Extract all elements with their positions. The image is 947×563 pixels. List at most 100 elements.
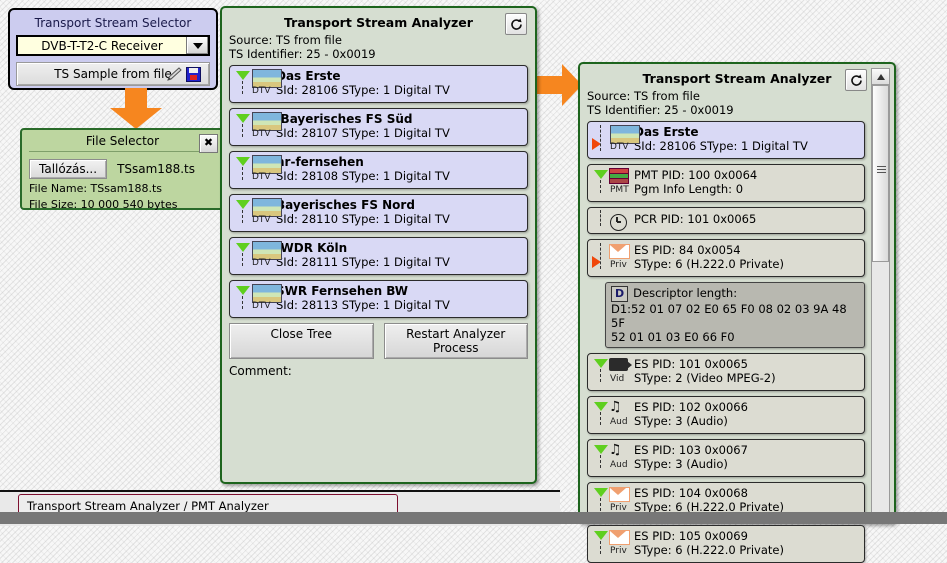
pmt-tree-node[interactable]: PCR PID: 101 0x0065	[587, 207, 865, 234]
service-info: SId: 28110 SType: 1 Digital TV	[276, 212, 450, 226]
service-info: SId: 28113 SType: 1 Digital TV	[276, 298, 450, 312]
expand-triangle-icon[interactable]	[236, 286, 250, 295]
scrollbar-thumb[interactable]	[872, 85, 889, 262]
node-kind-label: DTV	[252, 129, 271, 139]
expand-triangle-icon[interactable]	[236, 200, 250, 209]
comment-label: Comment:	[229, 364, 292, 378]
pmt-analyzer-panel: Transport Stream Analyzer Source: TS fro…	[578, 62, 896, 563]
expand-triangle-icon[interactable]	[594, 170, 608, 179]
ts-sample-from-file-button[interactable]: TS Sample from file	[16, 62, 210, 86]
node-kind-label: DTV	[252, 258, 271, 268]
service-node[interactable]: DTV .WDR Köln SId: 28111 SType: 1 Digital …	[229, 237, 528, 275]
node-kind-label: DTV	[610, 142, 629, 152]
music-note-icon: ♫	[609, 399, 622, 415]
transport-stream-selector-panel: Transport Stream Selector DVB-T-T2-C Rec…	[8, 8, 218, 90]
close-tree-button[interactable]: Close Tree	[229, 323, 374, 359]
service-tree: DTV Das Erste SId: 28106 SType: 1 Digital …	[229, 65, 528, 318]
status-bar-text: Transport Stream Analyzer / PMT Analyzer	[27, 499, 269, 513]
service-node[interactable]: DTV Das Erste SId: 28106 SType: 1 Digital …	[229, 65, 528, 103]
service-info: SId: 28106 SType: 1 Digital TV	[276, 83, 450, 97]
service-name: SWR Fernsehen BW	[276, 284, 409, 298]
expand-triangle-icon[interactable]	[594, 531, 608, 540]
close-icon[interactable]: ✖	[199, 134, 218, 153]
service-node[interactable]: DTV Das Erste SId: 28106 SType: 1 Digital …	[587, 121, 865, 159]
pmt-tree-node[interactable]: Priv ES PID: 84 0x0054 SType: 6 (H.222.0 P…	[587, 239, 865, 277]
expand-triangle-icon[interactable]	[236, 71, 250, 80]
books-icon	[609, 168, 629, 184]
descriptor-hex-line-2: 52 01 01 03 E0 66 F0	[611, 330, 735, 344]
node-kind-label: Aud	[610, 417, 628, 427]
selector-title: Transport Stream Selector	[34, 16, 192, 30]
expand-triangle-icon[interactable]	[594, 445, 608, 454]
node-line-1: ES PID: 104 0x0068	[634, 486, 748, 500]
right-ts-identifier-line: TS Identifier: 25 - 0x0019	[587, 103, 734, 117]
pmt-tree-node[interactable]: ♫ Aud ES PID: 102 0x0066 SType: 3 (Audio)	[587, 396, 865, 434]
descriptor-hex-line-1: D1:52 01 07 02 E0 65 F0 08 02 03 9A 48 5…	[611, 302, 847, 330]
service-node[interactable]: DTV SWR Fernsehen BW SId: 28113 SType: 1 D…	[229, 280, 528, 318]
node-line-1: ES PID: 105 0x0069	[634, 529, 748, 543]
descriptor-badge: D	[611, 286, 629, 302]
refresh-icon[interactable]	[845, 69, 867, 91]
pmt-tree-node[interactable]: ♫ Aud ES PID: 103 0x0067 SType: 3 (Audio)	[587, 439, 865, 477]
video-camera-icon	[609, 358, 632, 371]
node-kind-label: PMT	[610, 185, 629, 195]
browse-button[interactable]: Tallózás...	[29, 159, 108, 179]
floppy-disk-icon	[186, 67, 201, 82]
node-line-1: PMT PID: 100 0x0064	[634, 168, 758, 182]
middle-ts-identifier-line: TS Identifier: 25 - 0x0019	[229, 47, 376, 61]
service-info: SId: 28106 SType: 1 Digital TV	[634, 139, 808, 153]
music-note-icon: ♫	[609, 442, 622, 458]
bottom-strip	[0, 512, 947, 524]
selected-file-name: TSsam188.ts	[117, 162, 195, 176]
expand-triangle-icon[interactable]	[594, 488, 608, 497]
receiver-dropdown[interactable]: DVB-T-T2-C Receiver	[16, 35, 210, 56]
node-kind-label: DTV	[252, 301, 271, 311]
node-line-1: ES PID: 84 0x0054	[634, 243, 741, 257]
expand-triangle-icon[interactable]	[236, 243, 250, 252]
envelope-icon	[609, 487, 630, 502]
node-kind-label: DTV	[252, 86, 271, 96]
clock-icon	[610, 214, 627, 231]
service-node[interactable]: DTV .Bayerisches FS Süd SId: 28107 SType: …	[229, 108, 528, 146]
node-kind-label: DTV	[252, 172, 271, 182]
node-line-2: SType: 3 (Audio)	[634, 457, 728, 471]
node-line-2: SType: 2 (Video MPEG-2)	[634, 371, 776, 385]
middle-panel-title: Transport Stream Analyzer	[284, 15, 473, 30]
service-name: .Bayerisches FS Süd	[276, 112, 413, 126]
node-line-2: SType: 6 (H.222.0 Private)	[634, 257, 784, 271]
right-source-line: Source: TS from file	[587, 89, 700, 103]
service-node[interactable]: DTV hr-fernsehen SId: 28108 SType: 1 Digit…	[229, 151, 528, 189]
expand-triangle-icon[interactable]	[594, 359, 608, 368]
expand-triangle-icon[interactable]	[236, 157, 250, 166]
pmt-tree: DTV Das Erste SId: 28106 SType: 1 Digital …	[587, 121, 865, 563]
file-selector-title: File Selector	[29, 134, 216, 152]
orange-arrow-down-icon	[110, 88, 162, 129]
pmt-tree-node[interactable]: Vid ES PID: 101 0x0065 SType: 2 (Video MPE…	[587, 353, 865, 391]
node-kind-label: Priv	[610, 260, 627, 270]
node-kind-label: Vid	[610, 374, 625, 384]
node-kind-label: Priv	[610, 546, 627, 556]
envelope-icon	[609, 244, 630, 259]
expand-triangle-icon[interactable]	[594, 402, 608, 411]
middle-source-line: Source: TS from file	[229, 33, 342, 47]
right-panel-title: Transport Stream Analyzer	[642, 71, 832, 86]
service-name: .WDR Köln	[276, 241, 348, 255]
node-line-1: ES PID: 102 0x0066	[634, 400, 748, 414]
service-node[interactable]: DTV Bayerisches FS Nord SId: 28110 SType: …	[229, 194, 528, 232]
chevron-down-icon[interactable]	[186, 37, 208, 54]
scroll-up-arrow-icon[interactable]	[872, 69, 889, 85]
pmt-tree-node[interactable]: Priv ES PID: 105 0x0069 SType: 6 (H.222.0 …	[587, 525, 865, 563]
node-line-2: SType: 3 (Audio)	[634, 414, 728, 428]
restart-analyzer-button[interactable]: Restart Analyzer Process	[383, 323, 528, 359]
pmt-tree-node[interactable]: PMT PMT PID: 100 0x0064 Pgm Info Length: 0	[587, 164, 865, 202]
service-info: SId: 28108 SType: 1 Digital TV	[276, 169, 450, 183]
refresh-icon[interactable]	[505, 13, 527, 35]
vertical-scrollbar[interactable]	[871, 68, 890, 518]
service-info: SId: 28107 SType: 1 Digital TV	[276, 126, 450, 140]
service-name: Bayerisches FS Nord	[276, 198, 415, 212]
node-line-2: Pgm Info Length: 0	[634, 182, 744, 196]
expand-triangle-icon[interactable]	[236, 114, 250, 123]
file-size-line: File Size: 10 000 540 bytes	[29, 198, 178, 211]
ts-sample-label: TS Sample from file	[54, 67, 172, 81]
node-line-1: ES PID: 103 0x0067	[634, 443, 748, 457]
